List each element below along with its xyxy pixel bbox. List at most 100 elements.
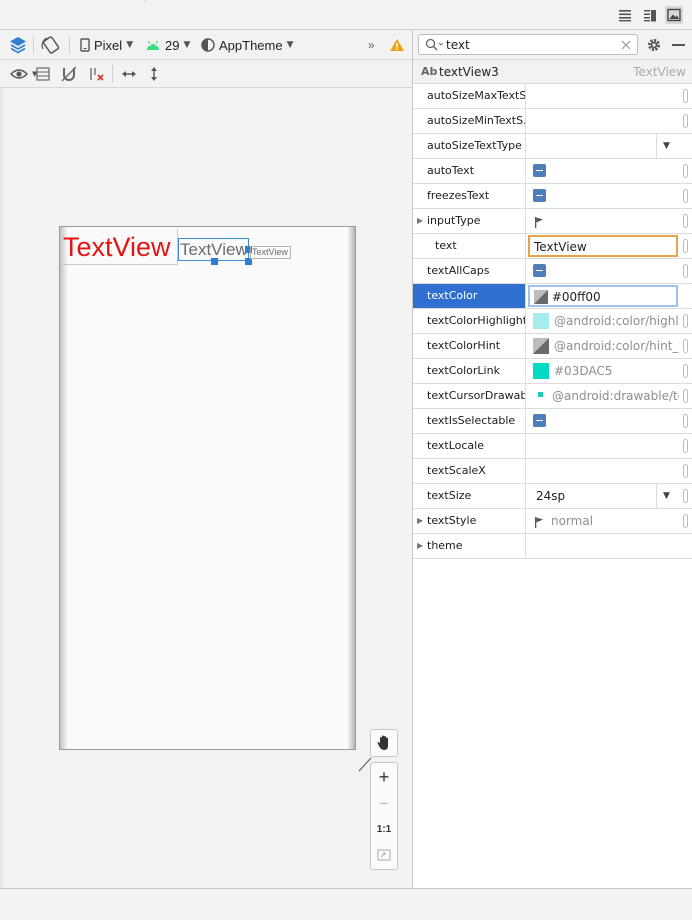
attribute-row-textLocale[interactable]: textLocale	[413, 434, 692, 459]
attribute-row-autoSizeMaxTextSize[interactable]: autoSizeMaxTextS...	[413, 84, 692, 109]
resize-handle-corner[interactable]	[245, 258, 252, 265]
attribute-row-textAllCaps[interactable]: textAllCaps	[413, 259, 692, 284]
attribute-row-textScaleX[interactable]: textScaleX	[413, 459, 692, 484]
view-options-button[interactable]: ▼	[10, 63, 37, 85]
resize-handle-bottom[interactable]	[211, 258, 218, 265]
pin-icon[interactable]	[683, 414, 688, 428]
device-frame[interactable]	[59, 226, 356, 750]
zoom-out-button[interactable]: −	[371, 791, 397, 815]
attribute-row-freezesText[interactable]: freezesText	[413, 184, 692, 209]
attribute-row-textCursorDrawable[interactable]: textCursorDrawab... @android:drawable/te…	[413, 384, 692, 409]
attribute-row-textColorHint[interactable]: textColorHint @android:color/hint_fc	[413, 334, 692, 359]
clear-constraints-icon	[90, 68, 104, 81]
attribute-row-textColorLink[interactable]: textColorLink #03DAC5	[413, 359, 692, 384]
attribute-value[interactable]	[527, 534, 679, 558]
attribute-value[interactable]	[527, 459, 679, 483]
pin-icon[interactable]	[683, 389, 688, 403]
split-view-icon[interactable]	[641, 6, 659, 24]
attribute-value[interactable]: #03DAC5	[527, 359, 679, 383]
drawable-swatch[interactable]	[538, 392, 543, 397]
textview-1[interactable]: TextView	[60, 229, 178, 265]
attribute-row-autoSizeMinTextSize[interactable]: autoSizeMinTextS...	[413, 109, 692, 134]
attribute-value[interactable]	[527, 84, 679, 108]
attribute-value[interactable]	[527, 209, 679, 233]
attribute-row-autoText[interactable]: autoText	[413, 159, 692, 184]
zoom-in-button[interactable]: +	[371, 765, 397, 789]
indeterminate-checkbox[interactable]	[533, 264, 546, 277]
api-level-selector[interactable]: 29 ▼	[145, 34, 190, 56]
text-color-value: #00ff00	[551, 290, 601, 304]
text-color-field[interactable]: #00ff00	[528, 285, 678, 307]
pin-icon[interactable]	[683, 439, 688, 453]
clear-constraints-button[interactable]	[88, 63, 106, 85]
attribute-value[interactable]	[527, 409, 679, 433]
pin-icon[interactable]	[683, 164, 688, 178]
design-view-icon[interactable]	[665, 6, 683, 24]
attribute-row-textIsSelectable[interactable]: textIsSelectable	[413, 409, 692, 434]
attribute-value[interactable]: @android:drawable/tex	[527, 384, 679, 408]
chevron-down-icon: ▼	[126, 40, 134, 50]
attribute-value[interactable]	[527, 159, 679, 183]
toolbar-divider	[69, 36, 70, 54]
pan-button[interactable]	[370, 729, 398, 757]
pin-icon[interactable]	[683, 464, 688, 478]
pin-icon[interactable]	[683, 189, 688, 203]
color-swatch[interactable]	[533, 312, 549, 329]
attribute-row-theme[interactable]: ▶ theme	[413, 534, 692, 559]
pin-icon[interactable]	[683, 264, 688, 278]
attribute-row-inputType[interactable]: ▶ inputType	[413, 209, 692, 234]
rotate-icon	[41, 36, 60, 54]
indeterminate-checkbox[interactable]	[533, 414, 546, 427]
device-selector[interactable]: Pixel ▼	[80, 34, 133, 56]
attribute-value[interactable]	[527, 109, 679, 133]
blueprint-toggle[interactable]	[35, 63, 51, 85]
pin-icon[interactable]	[683, 314, 688, 328]
attribute-value[interactable]: @android:color/highlig	[527, 309, 679, 333]
attribute-search[interactable]	[418, 34, 638, 55]
attribute-value[interactable]: @android:color/hint_fc	[527, 334, 679, 358]
attribute-value[interactable]	[527, 259, 679, 283]
pin-icon[interactable]	[683, 89, 688, 103]
attribute-value[interactable]	[527, 184, 679, 208]
search-input[interactable]	[446, 36, 611, 53]
canvas-toolbar: ▼	[0, 60, 412, 88]
text-field[interactable]: TextView	[528, 235, 678, 257]
attribute-row-textColorHighlight[interactable]: textColorHighlight @android:color/highli…	[413, 309, 692, 334]
code-view-icon[interactable]	[616, 6, 634, 24]
chevron-down-icon[interactable]: ▼	[656, 134, 676, 158]
pin-icon[interactable]	[683, 239, 688, 253]
gear-icon[interactable]	[646, 37, 662, 53]
attribute-row-textColor[interactable]: textColor #00ff00	[413, 284, 692, 309]
attribute-value[interactable]: normal	[527, 509, 679, 533]
chevron-down-icon[interactable]: ▼	[656, 484, 676, 508]
theme-selector[interactable]: AppTheme ▼	[201, 34, 294, 56]
indeterminate-checkbox[interactable]	[533, 189, 546, 202]
attribute-value[interactable]	[527, 434, 679, 458]
textview-3[interactable]: TextView	[250, 246, 291, 259]
expand-vertical-button[interactable]	[147, 63, 161, 85]
expand-horizontal-button[interactable]	[120, 63, 138, 85]
pin-icon[interactable]	[683, 114, 688, 128]
color-swatch[interactable]	[533, 337, 549, 354]
pin-icon[interactable]	[683, 339, 688, 353]
attribute-row-textStyle[interactable]: ▶ textStyle normal	[413, 509, 692, 534]
color-swatch[interactable]	[533, 362, 549, 379]
minimize-icon[interactable]	[672, 44, 685, 46]
clear-search-icon[interactable]	[621, 40, 631, 50]
pin-icon[interactable]	[683, 514, 688, 528]
attribute-row-text[interactable]: text TextView	[413, 234, 692, 259]
attribute-row-autoSizeTextType[interactable]: autoSizeTextType ▼	[413, 134, 692, 159]
autoconnect-toggle[interactable]	[60, 63, 78, 85]
pin-icon[interactable]	[683, 364, 688, 378]
overflow-button[interactable]: »	[368, 34, 375, 56]
attribute-row-textSize[interactable]: textSize 24sp ▼	[413, 484, 692, 509]
pin-icon[interactable]	[683, 489, 688, 503]
chevron-down-icon: ▼	[286, 40, 294, 50]
actual-size-button[interactable]: 1:1	[371, 817, 397, 841]
zoom-to-fit-button[interactable]	[371, 843, 397, 867]
layers-button[interactable]	[8, 34, 28, 56]
orientation-button[interactable]	[41, 34, 61, 56]
warning-button[interactable]	[389, 34, 405, 56]
pin-icon[interactable]	[683, 214, 688, 228]
indeterminate-checkbox[interactable]	[533, 164, 546, 177]
